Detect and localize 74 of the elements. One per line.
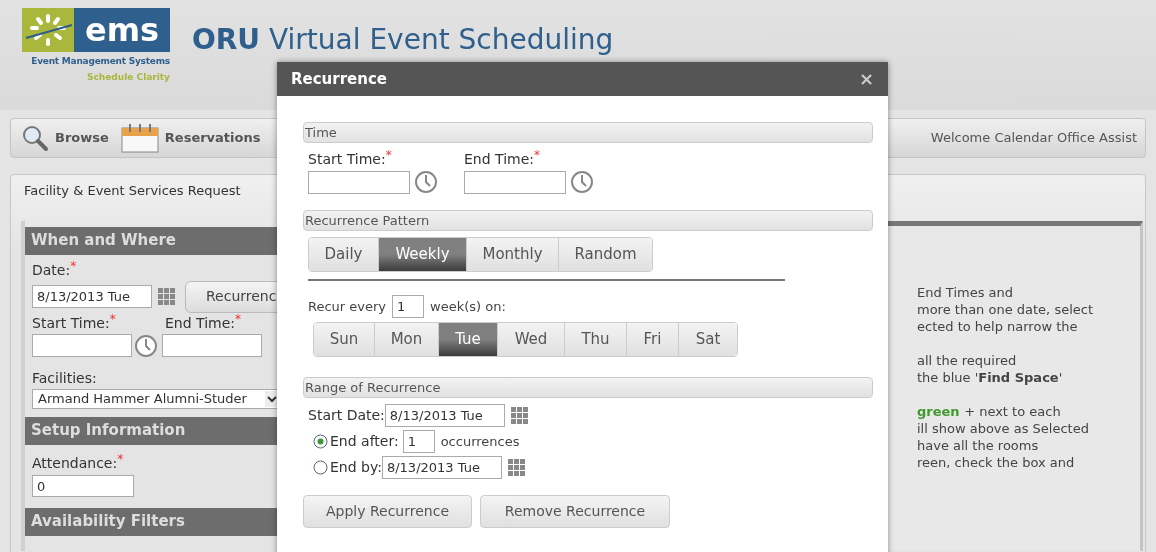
input-field[interactable]: 8/13/2013 Tue [381,456,502,479]
nav-link[interactable]: Browse [21,124,109,152]
input-field[interactable]: 8/13/2013 Tue [384,404,505,427]
input-field[interactable] [32,334,132,357]
required-mark: * [235,312,242,325]
logo-wordmark: ems [84,14,160,46]
day-toggle[interactable]: Fri [627,323,679,356]
help-text: reen, check the box and [917,453,1075,471]
calendar-grid-icon [507,459,525,476]
pattern-tab[interactable]: Daily [309,238,379,271]
input-field[interactable] [464,170,566,194]
input-field[interactable]: 0 [32,475,134,497]
pattern-tab[interactable]: Random [559,238,652,271]
close-button[interactable]: × [858,70,874,88]
panel-title: Facility & Event Services Request [24,182,241,200]
field-label: Recur every [308,297,387,316]
required-mark: * [385,149,392,161]
help-text: End Times and [917,283,1013,301]
search-icon [21,124,49,152]
required-mark: * [117,452,124,465]
field-label: occurrences [440,432,520,451]
field-label: End Time: [464,151,535,169]
day-toggle[interactable]: Thu [565,323,627,356]
required-mark: * [534,149,541,161]
dialog-title: Recurrence [291,68,388,90]
required-mark: * [70,259,77,272]
field-label: week(s) on: [430,297,506,316]
radio-button[interactable] [313,434,328,449]
dialog-button[interactable]: Remove Recurrence [480,495,670,528]
field-label: Attendance: [32,453,118,473]
section-bar: Range of Recurrence [303,377,873,398]
input-field[interactable]: 1 [392,295,425,318]
radio-label: End by: [330,458,382,477]
day-toggle[interactable]: Wed [498,323,565,356]
help-text: have all the rooms [917,436,1039,454]
calendar-grid-icon [158,288,175,305]
input-field[interactable]: 8/13/2013 Tue [32,285,152,308]
radio-label: End after: [330,432,399,451]
section-bar: Time [303,122,873,143]
logo-slogan: Schedule Clarity [87,70,170,84]
nav-link[interactable]: Reservations [120,123,261,153]
input-field[interactable]: 1 [402,430,435,453]
logo-tagline: Event Management Systems [31,55,170,68]
pattern-tab[interactable]: Weekly [379,238,467,271]
day-toggle[interactable]: Sun [314,323,375,356]
day-toggle[interactable]: Tue [439,323,498,356]
required-mark: * [109,312,116,325]
section-bar: Recurrence Pattern [303,210,873,231]
help-text: ill show above as Selected [917,419,1089,437]
day-toggle[interactable]: Mon [375,323,439,356]
help-text: green + next to each [917,402,1061,420]
help-text: all the required [917,351,1017,369]
clock-icon [414,170,438,194]
dialog-button[interactable]: Apply Recurrence [303,495,472,528]
input-field[interactable] [162,334,262,357]
input-field[interactable] [308,170,410,194]
radio-button[interactable] [313,460,328,475]
calendar-icon [120,123,159,153]
field-label: Facilities: [32,368,97,388]
field-label: Date: [32,260,71,280]
pattern-tab[interactable]: Monthly [467,238,559,271]
select-field[interactable]: Armand Hammer Alumni-Studer [32,388,280,409]
field-label: End Time: [165,313,236,333]
field-label: Start Time: [308,151,386,169]
field-label: Start Time: [32,313,110,333]
welcome-text: Welcome Calendar Office Assist [930,129,1137,148]
clock-icon [570,170,594,194]
app-title: ORU Virtual Event Scheduling [192,26,614,54]
day-toggle[interactable]: Sat [679,323,737,356]
calendar-grid-icon [510,407,528,424]
clock-icon [134,333,158,358]
help-text: ected to help narrow the [917,317,1078,335]
help-text: the blue 'Find Space' [917,368,1063,386]
help-text: more than one date, select [917,300,1093,318]
